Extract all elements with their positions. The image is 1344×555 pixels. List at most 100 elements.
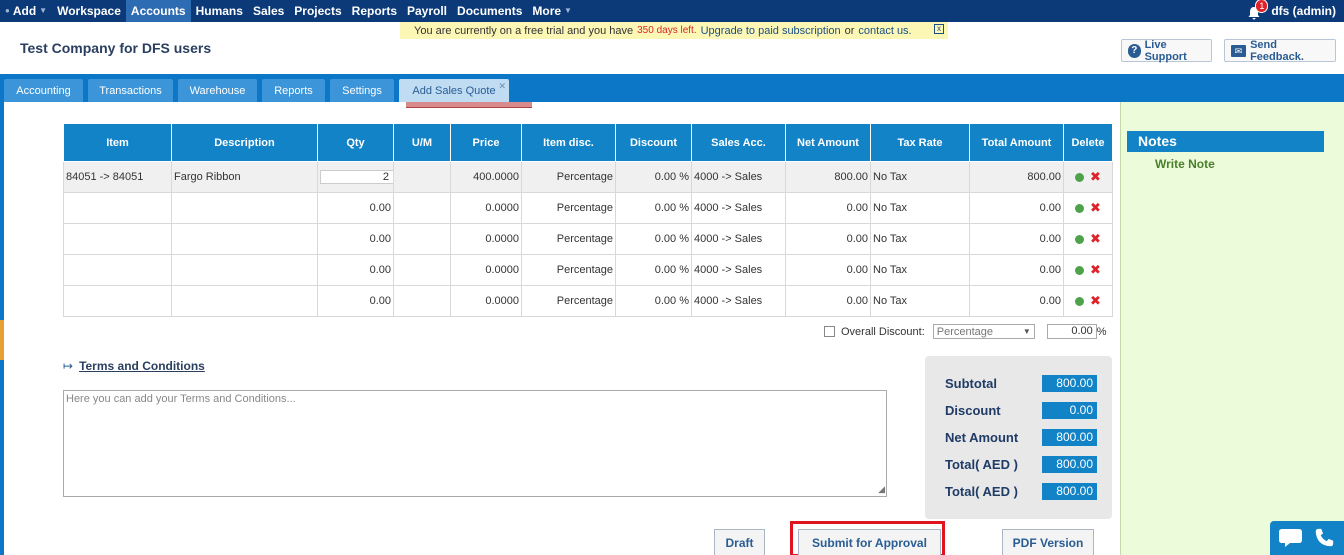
sales-acc-cell[interactable]: 4000 -> Sales: [691, 223, 786, 255]
item-disc-cell[interactable]: Percentage: [521, 254, 616, 286]
nav-reports[interactable]: Reports: [347, 0, 402, 22]
submit-for-approval-button[interactable]: Submit for Approval: [798, 529, 941, 555]
tax-rate-cell[interactable]: No Tax: [870, 254, 970, 286]
item-disc-cell[interactable]: Percentage: [521, 285, 616, 317]
row-actions: ✖: [1063, 254, 1113, 286]
price-cell[interactable]: 0.0000: [450, 192, 522, 224]
terms-textarea[interactable]: Here you can add your Terms and Conditio…: [63, 390, 887, 497]
nav-accounts[interactable]: Accounts: [125, 0, 191, 22]
tax-rate-cell[interactable]: No Tax: [870, 223, 970, 255]
qty-cell[interactable]: 0.00: [317, 285, 394, 317]
sales-acc-cell[interactable]: 4000 -> Sales: [691, 285, 786, 317]
tab-settings[interactable]: Settings: [330, 79, 394, 102]
um-cell[interactable]: [393, 223, 451, 255]
tax-rate-cell[interactable]: No Tax: [870, 192, 970, 224]
tab-transactions[interactable]: Transactions: [88, 79, 173, 102]
tab-add-sales-quote[interactable]: Add Sales Quote ✕: [399, 79, 509, 102]
confirm-icon[interactable]: [1075, 296, 1085, 306]
qty-input[interactable]: 2: [320, 170, 394, 184]
nav-more[interactable]: More ▼: [527, 0, 577, 22]
qty-cell[interactable]: 0.00: [317, 192, 394, 224]
item-disc-cell[interactable]: Percentage: [521, 161, 616, 193]
sales-acc-cell[interactable]: 4000 -> Sales: [691, 161, 786, 193]
discount-cell[interactable]: 0.00 %: [615, 161, 692, 193]
item-cell[interactable]: [63, 285, 172, 317]
um-cell[interactable]: [393, 161, 451, 193]
price-cell[interactable]: 0.0000: [450, 285, 522, 317]
description-cell[interactable]: [171, 254, 318, 286]
sales-acc-cell[interactable]: 4000 -> Sales: [691, 254, 786, 286]
col-total-amount: Total Amount: [969, 123, 1064, 162]
write-note-link[interactable]: Write Note: [1155, 157, 1215, 171]
nav-projects[interactable]: Projects: [289, 0, 346, 22]
notification-bell[interactable]: 1: [1247, 0, 1269, 20]
confirm-icon[interactable]: [1075, 203, 1085, 213]
item-disc-cell[interactable]: Percentage: [521, 223, 616, 255]
item-cell[interactable]: [63, 254, 172, 286]
pdf-version-button[interactable]: PDF Version: [1002, 529, 1094, 555]
delete-icon[interactable]: ✖: [1090, 262, 1101, 278]
totals-panel: Subtotal 800.00 Discount 0.00 Net Amount 80…: [925, 356, 1112, 519]
price-cell[interactable]: 0.0000: [450, 254, 522, 286]
item-cell[interactable]: [63, 192, 172, 224]
confirm-icon[interactable]: [1075, 172, 1085, 182]
tab-reports[interactable]: Reports: [262, 79, 325, 102]
close-icon[interactable]: x: [934, 24, 944, 34]
user-menu[interactable]: dfs (admin): [1271, 4, 1336, 18]
nav-add[interactable]: ● Add ▼: [0, 0, 52, 22]
description-cell[interactable]: [171, 285, 318, 317]
um-cell[interactable]: [393, 254, 451, 286]
description-cell[interactable]: [171, 223, 318, 255]
qty-cell[interactable]: 0.00: [317, 254, 394, 286]
tax-rate-cell[interactable]: No Tax: [870, 285, 970, 317]
delete-icon[interactable]: ✖: [1090, 293, 1101, 309]
nav-workspace[interactable]: Workspace: [52, 0, 126, 22]
discount-cell[interactable]: 0.00 %: [615, 285, 692, 317]
discount-cell[interactable]: 0.00 %: [615, 254, 692, 286]
discount-cell[interactable]: 0.00 %: [615, 223, 692, 255]
subtotal-row: Subtotal 800.00: [945, 375, 1097, 392]
chat-widget[interactable]: [1270, 521, 1344, 555]
item-disc-cell[interactable]: Percentage: [521, 192, 616, 224]
delete-icon[interactable]: ✖: [1090, 200, 1101, 216]
nav-documents[interactable]: Documents: [452, 0, 527, 22]
upgrade-link[interactable]: Upgrade to paid subscription: [701, 25, 841, 37]
item-cell[interactable]: 84051 -> 84051: [63, 161, 172, 193]
resize-grip-icon[interactable]: ◢: [878, 484, 885, 495]
phone-icon: [1315, 528, 1334, 547]
confirm-icon[interactable]: [1075, 265, 1085, 275]
um-cell[interactable]: [393, 192, 451, 224]
row-actions: ✖: [1063, 192, 1113, 224]
tab-warehouse[interactable]: Warehouse: [178, 79, 257, 102]
overall-discount-type-select[interactable]: Percentage ▼: [932, 324, 1035, 339]
nav-sales[interactable]: Sales: [248, 0, 289, 22]
line-items-table: Item Description Qty U/M Price Item disc…: [63, 123, 1113, 317]
qty-cell[interactable]: 0.00: [317, 223, 394, 255]
contact-link[interactable]: contact us.: [858, 25, 911, 37]
price-cell[interactable]: 0.0000: [450, 223, 522, 255]
side-handle[interactable]: [0, 320, 4, 360]
delete-icon[interactable]: ✖: [1090, 231, 1101, 247]
sales-acc-cell[interactable]: 4000 -> Sales: [691, 192, 786, 224]
um-cell[interactable]: [393, 285, 451, 317]
delete-icon[interactable]: ✖: [1090, 169, 1101, 185]
confirm-icon[interactable]: [1075, 234, 1085, 244]
nav-payroll[interactable]: Payroll: [402, 0, 452, 22]
overall-discount-input[interactable]: 0.00: [1046, 324, 1097, 339]
send-feedback-button[interactable]: ✉ Send Feedback.: [1224, 39, 1336, 63]
nav-humans[interactable]: Humans: [191, 0, 248, 22]
draft-button[interactable]: Draft: [714, 529, 765, 555]
description-cell[interactable]: [171, 192, 318, 224]
item-cell[interactable]: [63, 223, 172, 255]
price-cell[interactable]: 400.0000: [450, 161, 522, 193]
total-row: Total( AED ) 800.00: [945, 483, 1097, 500]
tax-rate-cell[interactable]: No Tax: [870, 161, 970, 193]
live-support-button[interactable]: ? Live Support: [1121, 39, 1212, 63]
discount-cell[interactable]: 0.00 %: [615, 192, 692, 224]
overall-discount-checkbox[interactable]: [824, 326, 835, 337]
description-cell[interactable]: Fargo Ribbon: [171, 161, 318, 193]
terms-title[interactable]: Terms and Conditions: [79, 359, 205, 373]
tab-accounting[interactable]: Accounting: [4, 79, 83, 102]
close-tab-icon[interactable]: ✕: [498, 81, 506, 92]
terms-toggle[interactable]: ↦ Terms and Conditions: [63, 359, 205, 373]
